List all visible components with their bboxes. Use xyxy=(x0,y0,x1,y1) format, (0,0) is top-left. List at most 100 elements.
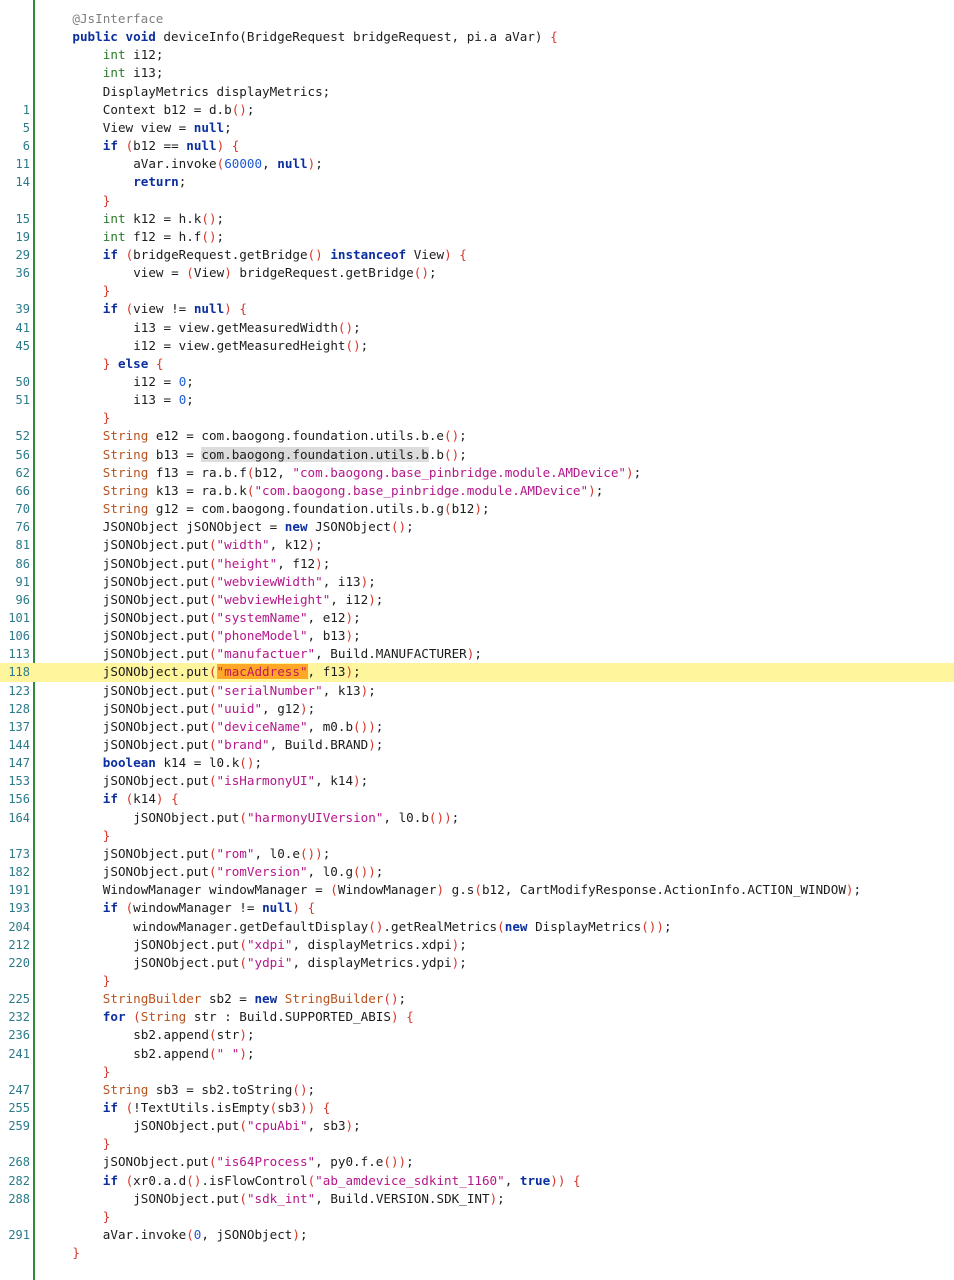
code-token: ; xyxy=(428,265,437,281)
code-token: ; xyxy=(474,646,482,662)
code-line[interactable]: 45 i12 = view.getMeasuredHeight(); xyxy=(0,337,954,355)
code-line[interactable]: 86 jSONObject.put("height", f12); xyxy=(0,555,954,573)
code-line[interactable]: 128 jSONObject.put("uuid", g12); xyxy=(0,700,954,718)
code-line[interactable]: 70 String g12 = com.baogong.foundation.ut… xyxy=(0,500,954,518)
code-line[interactable]: 241 sb2.append(" "); xyxy=(0,1045,954,1063)
code-line[interactable]: } xyxy=(0,1208,954,1226)
code-token: ( xyxy=(208,609,217,625)
code-line[interactable]: 56 String b13 = com.baogong.foundation.ut… xyxy=(0,446,954,464)
code-line[interactable]: 113 jSONObject.put("manufactuer", Build.M… xyxy=(0,645,954,663)
code-line[interactable]: 41 i13 = view.getMeasuredWidth(); xyxy=(0,319,954,337)
code-token: com.baogong.foundation.utils.b xyxy=(201,446,429,462)
code-text: String k13 = ra.b.k("com.baogong.base_pi… xyxy=(103,482,603,500)
code-text: i12 = view.getMeasuredHeight(); xyxy=(133,337,368,355)
code-token: void xyxy=(125,29,156,45)
code-line[interactable]: 66 String k13 = ra.b.k("com.baogong.base_… xyxy=(0,482,954,500)
code-line[interactable]: 15 int k12 = h.k(); xyxy=(0,210,954,228)
line-number: 291 xyxy=(8,1228,30,1243)
code-line[interactable]: 51 i13 = 0; xyxy=(0,391,954,409)
code-line[interactable]: int i12; xyxy=(0,46,954,64)
code-line[interactable]: 204 windowManager.getDefaultDisplay().get… xyxy=(0,918,954,936)
code-token: , f13 xyxy=(307,664,346,680)
code-text: jSONObject.put("brand", Build.BRAND); xyxy=(103,736,384,754)
code-line[interactable]: } xyxy=(0,192,954,210)
code-line[interactable]: 52 String e12 = com.baogong.foundation.ut… xyxy=(0,427,954,445)
code-token: ( xyxy=(208,646,217,662)
code-line[interactable]: 118 jSONObject.put("macAddress", f13); xyxy=(0,663,954,682)
code-line[interactable]: 247 String sb3 = sb2.toString(); xyxy=(0,1081,954,1099)
code-token: , Build.VERSION.SDK_INT xyxy=(315,1190,490,1206)
code-line[interactable]: 14 return; xyxy=(0,173,954,191)
code-line[interactable]: } xyxy=(0,282,954,300)
code-line[interactable]: 144 jSONObject.put("brand", Build.BRAND); xyxy=(0,736,954,754)
code-line[interactable]: 39 if (view != null) { xyxy=(0,300,954,318)
code-text: jSONObject.put("webviewHeight", i12); xyxy=(103,591,384,609)
code-token: if xyxy=(102,1172,118,1188)
code-line[interactable]: 255 if (!TextUtils.isEmpty(sb3)) { xyxy=(0,1099,954,1117)
code-token: , i12 xyxy=(330,591,369,607)
code-line[interactable]: } xyxy=(0,1135,954,1153)
code-line[interactable]: 268 jSONObject.put("is64Process", py0.f.e… xyxy=(0,1153,954,1171)
code-line[interactable]: 6 if (b12 == null) { xyxy=(0,137,954,155)
code-line[interactable]: 62 String f13 = ra.b.f(b12, "com.baogong.… xyxy=(0,464,954,482)
code-token: " " xyxy=(216,1045,240,1061)
code-line[interactable]: 1 Context b12 = d.b(); xyxy=(0,101,954,119)
code-token: for xyxy=(102,1009,126,1025)
code-line[interactable]: 291 aVar.invoke(0, jSONObject); xyxy=(0,1226,954,1244)
code-line[interactable]: 232 for (String str : Build.SUPPORTED_ABI… xyxy=(0,1008,954,1026)
code-line[interactable]: @JsInterface xyxy=(0,10,954,28)
code-line[interactable]: 76 JSONObject jSONObject = new JSONObject… xyxy=(0,518,954,536)
code-line[interactable]: int i13; xyxy=(0,64,954,82)
code-line[interactable]: 11 aVar.invoke(60000, null); xyxy=(0,155,954,173)
code-line[interactable]: 173 jSONObject.put("rom", l0.e()); xyxy=(0,845,954,863)
code-line[interactable]: 19 int f12 = h.f(); xyxy=(0,228,954,246)
code-token: i12 = view.getMeasuredHeight xyxy=(133,337,346,353)
code-line[interactable]: 236 sb2.append(str); xyxy=(0,1026,954,1044)
code-line[interactable]: 50 i12 = 0; xyxy=(0,373,954,391)
code-line[interactable]: 182 jSONObject.put("romVersion", l0.g()); xyxy=(0,863,954,881)
code-line[interactable]: 91 jSONObject.put("webviewWidth", i13); xyxy=(0,573,954,591)
code-line[interactable]: 5 View view = null; xyxy=(0,119,954,137)
code-line[interactable]: DisplayMetrics displayMetrics; xyxy=(0,83,954,101)
code-line[interactable]: } else { xyxy=(0,355,954,373)
line-number: 128 xyxy=(8,701,30,716)
code-token: () xyxy=(239,755,255,771)
code-line[interactable]: 101 jSONObject.put("systemName", e12); xyxy=(0,609,954,627)
code-line[interactable]: } xyxy=(0,1063,954,1081)
code-line[interactable]: 193 if (windowManager != null) { xyxy=(0,899,954,917)
code-token: sb2.append xyxy=(133,1027,210,1043)
code-token: ) xyxy=(345,1118,354,1134)
code-line[interactable]: 96 jSONObject.put("webviewHeight", i12); xyxy=(0,591,954,609)
code-line[interactable]: 153 jSONObject.put("isHarmonyUI", k14); xyxy=(0,772,954,790)
code-line[interactable]: 259 jSONObject.put("cpuAbi", sb3); xyxy=(0,1117,954,1135)
code-line[interactable]: 212 jSONObject.put("xdpi", displayMetrics… xyxy=(0,936,954,954)
code-line[interactable]: public void deviceInfo(BridgeRequest bri… xyxy=(0,28,954,46)
code-editor[interactable]: @JsInterface public void deviceInfo(Bridg… xyxy=(0,0,954,1280)
line-number: 193 xyxy=(8,901,30,916)
code-line[interactable]: 123 jSONObject.put("serialNumber", k13); xyxy=(0,682,954,700)
code-token: deviceInfo(BridgeRequest bridgeRequest, … xyxy=(155,29,551,45)
code-line[interactable]: 36 view = (View) bridgeRequest.getBridge(… xyxy=(0,264,954,282)
code-token: ( xyxy=(239,1118,247,1134)
code-line[interactable]: 147 boolean k14 = l0.k(); xyxy=(0,754,954,772)
code-line[interactable]: 137 jSONObject.put("deviceName", m0.b()); xyxy=(0,718,954,736)
code-line[interactable]: 106 jSONObject.put("phoneModel", b13); xyxy=(0,627,954,645)
line-number: 41 xyxy=(15,320,30,335)
code-line[interactable]: 81 jSONObject.put("width", k12); xyxy=(0,536,954,554)
code-token: ) xyxy=(368,737,376,752)
code-line[interactable]: 191 WindowManager windowManager = (Window… xyxy=(0,881,954,899)
code-line[interactable]: 164 jSONObject.put("harmonyUIVersion", l0… xyxy=(0,809,954,827)
code-line[interactable]: 156 if (k14) { xyxy=(0,790,954,808)
code-line[interactable]: 288 jSONObject.put("sdk_int", Build.VERSI… xyxy=(0,1190,954,1208)
code-line[interactable]: 220 jSONObject.put("ydpi", displayMetrics… xyxy=(0,954,954,972)
code-line[interactable]: 282 if (xr0.a.d().isFlowControl("ab_amdev… xyxy=(0,1172,954,1190)
code-token: () xyxy=(444,446,460,462)
code-line[interactable]: } xyxy=(0,409,954,427)
code-line[interactable]: } xyxy=(0,1244,954,1262)
code-line[interactable]: } xyxy=(0,827,954,845)
code-line[interactable]: 29 if (bridgeRequest.getBridge() instance… xyxy=(0,246,954,264)
code-line[interactable]: } xyxy=(0,972,954,990)
code-line[interactable]: 225 StringBuilder sb2 = new StringBuilder… xyxy=(0,990,954,1008)
